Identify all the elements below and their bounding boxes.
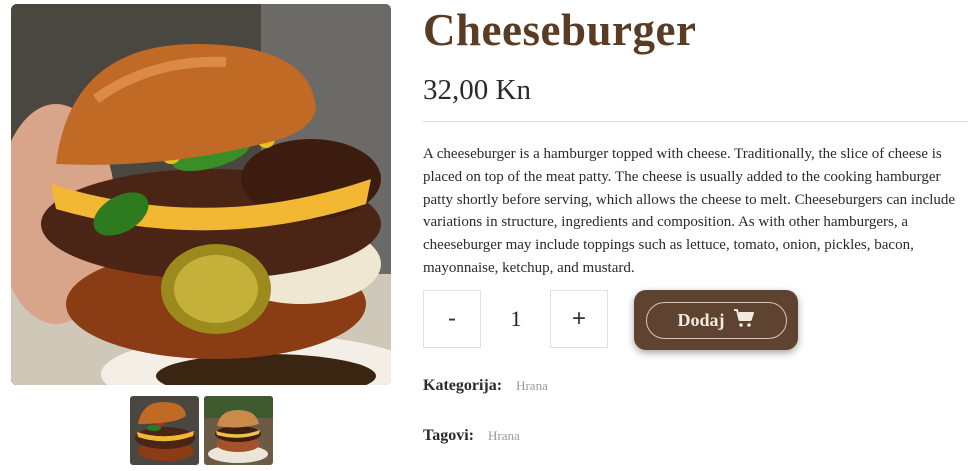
- quantity-decrement-button[interactable]: -: [423, 290, 481, 348]
- product-title: Cheeseburger: [423, 5, 697, 55]
- add-to-cart-inner: Dodaj: [645, 301, 787, 339]
- quantity-increment-button[interactable]: +: [550, 290, 608, 348]
- thumbnail-1[interactable]: [130, 396, 199, 465]
- cart-icon: [733, 308, 755, 333]
- tags-row: Tagovi: Hrana: [423, 427, 520, 445]
- divider: [423, 121, 968, 122]
- category-row: Kategorija: Hrana: [423, 377, 548, 395]
- product-description: A cheeseburger is a hamburger topped wit…: [423, 146, 956, 276]
- tag-link[interactable]: Hrana: [488, 428, 520, 444]
- add-to-cart-button[interactable]: Dodaj: [634, 290, 798, 350]
- add-to-cart-label: Dodaj: [677, 309, 725, 330]
- tags-label: Tagovi:: [423, 427, 474, 444]
- category-label: Kategorija:: [423, 377, 503, 394]
- main-product-image[interactable]: [11, 4, 391, 385]
- category-link[interactable]: Hrana: [516, 378, 548, 394]
- product-gallery: [11, 4, 392, 465]
- product-price: 32,00 Kn: [423, 74, 531, 106]
- thumbnail-strip: [130, 396, 273, 465]
- thumbnail-2[interactable]: [204, 396, 273, 465]
- quantity-value[interactable]: 1: [487, 290, 545, 348]
